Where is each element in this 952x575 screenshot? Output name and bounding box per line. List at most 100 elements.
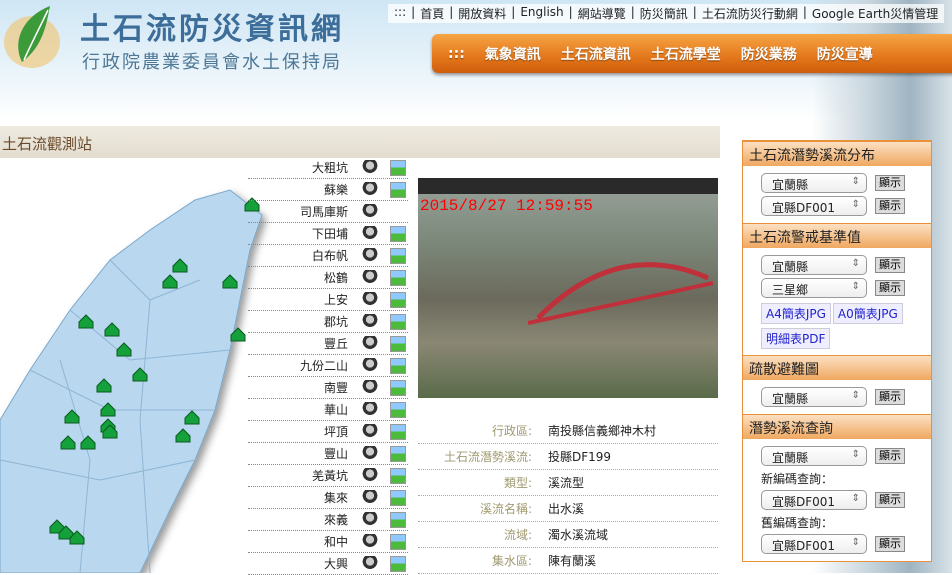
image-icon[interactable] xyxy=(390,555,406,572)
camera-icon[interactable] xyxy=(362,203,378,220)
image-icon[interactable] xyxy=(390,445,406,462)
taiwan-map[interactable] xyxy=(0,160,280,573)
site-title[interactable]: 土石流防災資訊網 xyxy=(80,4,344,48)
station-name[interactable]: 集來 xyxy=(324,489,348,506)
station-name[interactable]: 蘇樂 xyxy=(324,181,348,198)
top-link[interactable]: Google Earth災情管理 xyxy=(812,5,938,22)
camera-icon[interactable] xyxy=(362,555,378,572)
camera-icon[interactable] xyxy=(362,489,378,506)
county-select[interactable]: 宜蘭縣 xyxy=(761,255,867,275)
show-button[interactable]: 顯示 xyxy=(875,175,905,191)
camera-icon[interactable] xyxy=(362,401,378,418)
county-select[interactable]: 宜蘭縣 xyxy=(761,173,867,193)
image-icon[interactable] xyxy=(390,511,406,528)
station-name[interactable]: 坪頂 xyxy=(324,423,348,440)
nav-item[interactable]: 土石流資訊 xyxy=(561,44,631,64)
top-link[interactable]: 開放資料 xyxy=(458,5,506,22)
station-name[interactable]: 大粗坑 xyxy=(312,159,348,176)
nav-item[interactable]: 防災業務 xyxy=(741,44,797,64)
station-name[interactable]: 郡坑 xyxy=(324,313,348,330)
image-icon[interactable] xyxy=(390,489,406,506)
county-select[interactable]: 宜蘭縣 xyxy=(761,446,867,466)
camera-image[interactable]: 2015/8/27 12:59:55 xyxy=(418,178,718,398)
image-icon[interactable] xyxy=(390,225,406,242)
camera-icon[interactable] xyxy=(362,313,378,330)
image-icon[interactable] xyxy=(390,423,406,440)
station-name[interactable]: 白布帆 xyxy=(312,247,348,264)
nav-item[interactable]: 土石流學堂 xyxy=(651,44,721,64)
top-link[interactable]: ::: xyxy=(394,5,406,22)
detail-pdf-link[interactable]: 明細表PDF xyxy=(761,328,831,349)
camera-icon[interactable] xyxy=(362,379,378,396)
image-icon[interactable] xyxy=(390,313,406,330)
camera-icon[interactable] xyxy=(362,423,378,440)
station-row: 豐丘 xyxy=(248,333,408,355)
image-icon[interactable] xyxy=(390,159,406,176)
camera-icon[interactable] xyxy=(362,467,378,484)
new-code-select[interactable]: 宜縣DF001 xyxy=(761,490,867,510)
info-key: 流域: xyxy=(503,528,532,542)
image-icon[interactable] xyxy=(390,379,406,396)
nav-item[interactable]: 防災宣導 xyxy=(817,44,873,64)
show-button[interactable]: 顯示 xyxy=(875,536,905,552)
station-row: 羌黃坑 xyxy=(248,465,408,487)
camera-icon[interactable] xyxy=(362,357,378,374)
camera-icon[interactable] xyxy=(362,335,378,352)
station-name[interactable]: 九份二山 xyxy=(300,357,348,374)
image-icon[interactable] xyxy=(390,269,406,286)
station-name[interactable]: 上安 xyxy=(324,291,348,308)
image-icon[interactable] xyxy=(390,467,406,484)
stream-select[interactable]: 宜縣DF001 xyxy=(761,196,867,216)
a4-jpg-link[interactable]: A4簡表JPG xyxy=(761,303,831,324)
show-button[interactable]: 顯示 xyxy=(875,492,905,508)
station-name[interactable]: 松鶴 xyxy=(324,269,348,286)
station-name[interactable]: 華山 xyxy=(324,401,348,418)
station-name[interactable]: 下田埔 xyxy=(312,225,348,242)
image-icon[interactable] xyxy=(390,533,406,550)
station-name[interactable]: 羌黃坑 xyxy=(312,467,348,484)
station-row: 南豐 xyxy=(248,377,408,399)
image-icon[interactable] xyxy=(390,247,406,264)
show-button[interactable]: 顯示 xyxy=(875,389,905,405)
top-link[interactable]: 防災簡訊 xyxy=(640,5,688,22)
camera-icon[interactable] xyxy=(362,181,378,198)
image-icon[interactable] xyxy=(390,357,406,374)
old-code-select[interactable]: 宜縣DF001 xyxy=(761,534,867,554)
camera-icon[interactable] xyxy=(362,291,378,308)
camera-icon[interactable] xyxy=(362,269,378,286)
station-row: 大粗坑 xyxy=(248,157,408,179)
nav-item[interactable]: ::: xyxy=(448,46,465,62)
camera-icon[interactable] xyxy=(362,511,378,528)
image-icon[interactable] xyxy=(390,401,406,418)
township-select[interactable]: 三星鄉 xyxy=(761,278,867,298)
station-name[interactable]: 豐山 xyxy=(324,445,348,462)
station-name[interactable]: 司馬庫斯 xyxy=(300,203,348,220)
show-button[interactable]: 顯示 xyxy=(875,280,905,296)
nav-item[interactable]: 氣象資訊 xyxy=(485,44,541,64)
station-name[interactable]: 豐丘 xyxy=(324,335,348,352)
station-name[interactable]: 來義 xyxy=(324,511,348,528)
camera-icon[interactable] xyxy=(362,225,378,242)
county-select[interactable]: 宜蘭縣 xyxy=(761,387,867,407)
camera-icon[interactable] xyxy=(362,445,378,462)
image-icon[interactable] xyxy=(390,335,406,352)
info-row: 流域: 濁水溪流域 xyxy=(418,522,718,548)
top-link[interactable]: English xyxy=(520,5,563,22)
station-name[interactable]: 南豐 xyxy=(324,379,348,396)
station-name[interactable]: 和中 xyxy=(324,533,348,550)
show-button[interactable]: 顯示 xyxy=(875,448,905,464)
image-icon[interactable] xyxy=(390,291,406,308)
camera-icon[interactable] xyxy=(362,533,378,550)
a0-jpg-link[interactable]: A0簡表JPG xyxy=(832,303,903,324)
station-name[interactable]: 大興 xyxy=(324,555,348,572)
show-button[interactable]: 顯示 xyxy=(875,198,905,214)
image-icon[interactable] xyxy=(390,181,406,198)
station-row: 豐山 xyxy=(248,443,408,465)
top-link[interactable]: 土石流防災行動網 xyxy=(702,5,798,22)
station-row: 白布帆 xyxy=(248,245,408,267)
camera-icon[interactable] xyxy=(362,247,378,264)
show-button[interactable]: 顯示 xyxy=(875,257,905,273)
top-link[interactable]: 首頁 xyxy=(420,5,444,22)
top-link[interactable]: 網站導覽 xyxy=(578,5,626,22)
camera-icon[interactable] xyxy=(362,159,378,176)
